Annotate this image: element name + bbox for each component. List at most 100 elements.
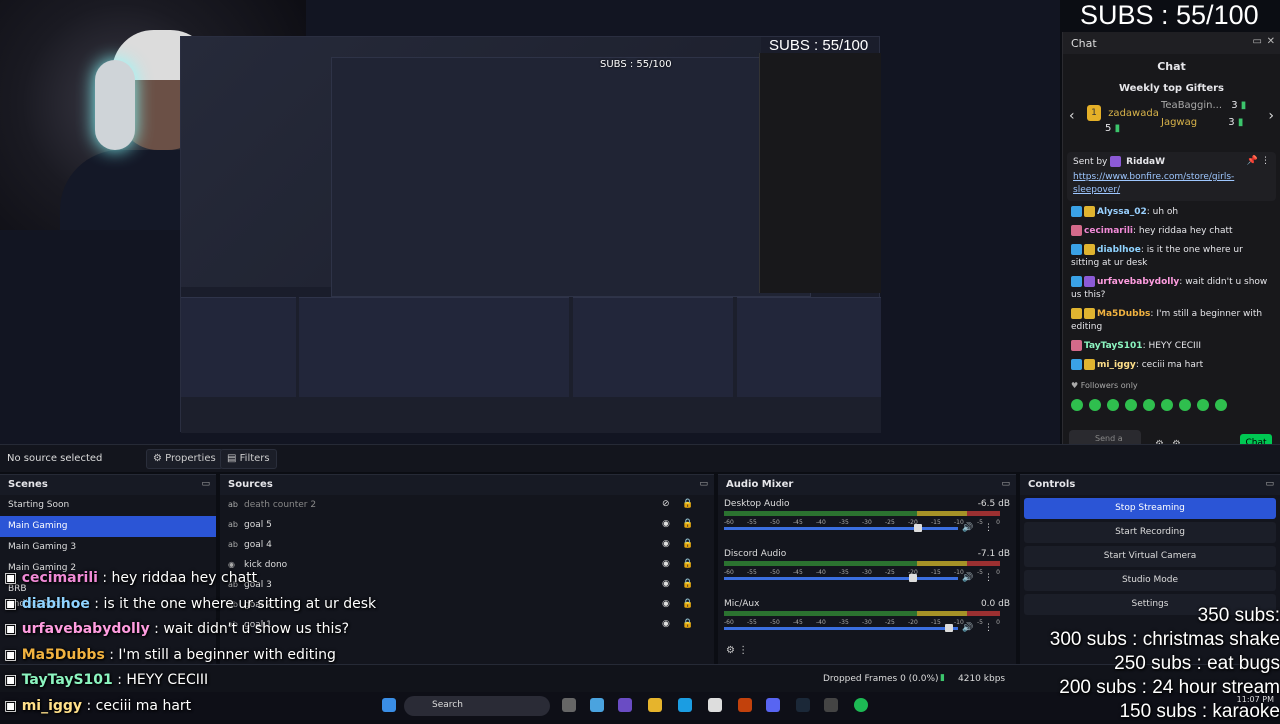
badge-icon: ▣ <box>4 646 22 663</box>
chat-username[interactable]: Ma5Dubbs <box>1097 309 1150 319</box>
speaker-icon[interactable]: 🔊 <box>962 623 973 633</box>
nested-mixer-panel <box>573 297 733 397</box>
steam-icon[interactable] <box>796 698 810 712</box>
file-explorer-icon[interactable] <box>648 698 662 712</box>
lock-icon[interactable]: 🔒 <box>682 539 693 549</box>
source-item[interactable]: ab goal 5 ◉ 🔒 <box>220 515 714 535</box>
eye-icon[interactable]: ◉ <box>662 519 670 529</box>
control-start-recording-button[interactable]: Start Recording <box>1024 522 1276 543</box>
eye-icon[interactable]: ◉ <box>662 559 670 569</box>
fader-knob[interactable] <box>909 574 918 582</box>
emote-icon[interactable] <box>1089 399 1101 411</box>
chat-username[interactable]: diablhoe <box>1097 245 1141 255</box>
emote-icon[interactable] <box>1071 399 1083 411</box>
properties-button[interactable]: ⚙ Properties <box>146 449 223 469</box>
volume-fader[interactable] <box>724 624 958 632</box>
eye-icon[interactable]: ◉ <box>662 579 670 589</box>
nested-subs-label: SUBS : 55/100 <box>600 59 672 70</box>
control-studio-mode-button[interactable]: Studio Mode <box>1024 570 1276 591</box>
meter-tick: -15 <box>931 569 941 576</box>
copilot-icon[interactable] <box>590 698 604 712</box>
spotify-icon[interactable] <box>854 698 868 712</box>
emote-icon[interactable] <box>1197 399 1209 411</box>
chat-username[interactable]: urfavebabydolly <box>1097 277 1179 287</box>
chat-username[interactable]: cecimarili <box>1084 226 1133 236</box>
emote-icon[interactable] <box>1107 399 1119 411</box>
emote-icon[interactable] <box>1179 399 1191 411</box>
chat-username[interactable]: Alyssa_02 <box>1097 207 1147 217</box>
fader-knob[interactable] <box>945 624 954 632</box>
nested-scene: SUBS : 55/100 <box>181 37 811 297</box>
chat-username[interactable]: TayTayS101 <box>1084 341 1143 351</box>
gifter-second[interactable]: TeaBaggin... 3 ▮ Jagwag 3 ▮ <box>1161 100 1246 128</box>
teams-icon[interactable] <box>618 698 632 712</box>
task-view-icon[interactable] <box>562 698 576 712</box>
source-item[interactable]: ab goal 3 ◉ 🔒 <box>220 575 714 595</box>
emote-icon[interactable] <box>1161 399 1173 411</box>
obs-icon[interactable] <box>824 698 838 712</box>
chat-badge-icon <box>1084 206 1095 217</box>
eye-icon[interactable]: ◉ <box>662 599 670 609</box>
badge-icon: ▣ <box>4 570 22 586</box>
mixer-settings-icon[interactable]: ⚙ ⋮ <box>726 645 748 656</box>
more-icon[interactable]: ⋮ <box>984 573 993 583</box>
emote-icon[interactable] <box>1125 399 1137 411</box>
lock-icon[interactable]: 🔒 <box>682 619 693 629</box>
lock-icon[interactable]: 🔒 <box>682 579 693 589</box>
eye-icon[interactable]: ◉ <box>662 619 670 629</box>
chevron-left-icon[interactable]: ‹ <box>1069 108 1075 124</box>
channel-name: Desktop Audio <box>724 499 790 509</box>
audio-mixer-dock: Audio Mixer ▭ Desktop Audio -6.5 dB -60 -55 -… <box>718 474 1016 664</box>
taskbar-search[interactable]: Search <box>404 696 550 716</box>
gifter-name: zadawada <box>1108 108 1159 119</box>
gifter-first[interactable]: 1 zadawada 5 ▮ <box>1087 105 1159 134</box>
lock-icon[interactable]: 🔒 <box>682 519 693 529</box>
hidden-eye-icon[interactable]: ⊘ <box>662 499 670 509</box>
pin-icon[interactable]: 📌 ⋮ <box>1247 156 1270 166</box>
control-start-virtual-camera-button[interactable]: Start Virtual Camera <box>1024 546 1276 567</box>
discord-icon[interactable] <box>766 698 780 712</box>
volume-fader[interactable] <box>724 574 958 582</box>
scene-item[interactable]: Starting Soon <box>0 495 216 516</box>
windows-start-icon[interactable] <box>382 698 396 712</box>
popout-icon[interactable]: ▭ <box>1265 479 1274 489</box>
close-icon[interactable]: ✕ <box>1267 36 1275 47</box>
popout-icon[interactable]: ▭ <box>1001 479 1010 489</box>
lock-icon[interactable]: 🔒 <box>682 499 693 509</box>
webcam-microphone <box>95 60 135 150</box>
scene-item[interactable]: Main Gaming <box>0 516 216 537</box>
chat-username[interactable]: mi_iggy <box>1097 360 1136 370</box>
meter-tick: -55 <box>747 569 757 576</box>
no-source-label: No source selected <box>7 453 103 464</box>
control-stop-streaming-button[interactable]: Stop Streaming <box>1024 498 1276 519</box>
source-item[interactable]: ab goal 4 ◉ 🔒 <box>220 535 714 555</box>
source-item[interactable]: ◉ kick dono ◉ 🔒 <box>220 555 714 575</box>
fader-knob[interactable] <box>913 524 922 532</box>
more-icon[interactable]: ⋮ <box>984 523 993 533</box>
lock-icon[interactable]: 🔒 <box>682 599 693 609</box>
chat-text: uh oh <box>1152 207 1179 217</box>
meter-tick: -5 <box>977 519 983 526</box>
scene-item[interactable]: Main Gaming 3 <box>0 537 216 558</box>
speaker-icon[interactable]: 🔊 <box>962 523 973 533</box>
speaker-icon[interactable]: 🔊 <box>962 573 973 583</box>
emote-icon[interactable] <box>1143 399 1155 411</box>
popout-icon[interactable]: ▭ <box>699 479 708 489</box>
chevron-right-icon[interactable]: › <box>1268 108 1274 124</box>
eye-icon[interactable]: ◉ <box>662 539 670 549</box>
popout-icon[interactable]: ▭ <box>201 479 210 489</box>
more-icon[interactable]: ⋮ <box>984 623 993 633</box>
filters-button[interactable]: ▤ Filters <box>220 449 277 469</box>
volume-fader[interactable] <box>724 524 958 532</box>
edge-icon[interactable] <box>678 698 692 712</box>
office-icon[interactable] <box>738 698 752 712</box>
pinned-link[interactable]: https://www.bonfire.com/store/girls-slee… <box>1073 171 1270 197</box>
meter-tick: -50 <box>770 619 780 626</box>
signal-icon: ▮ <box>940 673 945 683</box>
popout-icon[interactable]: ▭ <box>1253 36 1262 47</box>
badge-icon: ▣ <box>4 672 22 688</box>
source-item[interactable]: ab death counter 2 ⊘ 🔒 <box>220 495 714 515</box>
emote-icon[interactable] <box>1215 399 1227 411</box>
store-icon[interactable] <box>708 698 722 712</box>
lock-icon[interactable]: 🔒 <box>682 559 693 569</box>
